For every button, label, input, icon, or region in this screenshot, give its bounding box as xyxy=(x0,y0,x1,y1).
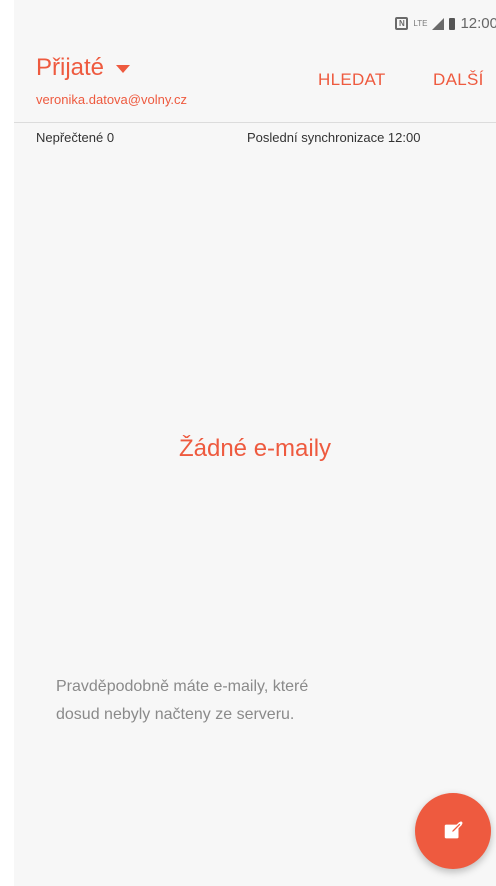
search-button[interactable]: HLEDAT xyxy=(318,70,386,90)
empty-hint-line-2: dosud nebyly načteny ze serveru. xyxy=(56,706,295,723)
empty-state-title: Žádné e-maily xyxy=(178,435,332,462)
folder-title: Přijaté xyxy=(36,54,105,81)
nfc-icon: N xyxy=(395,17,409,30)
status-time: 12:00 xyxy=(460,15,496,32)
empty-state-hint: Pravděpodobně máte e-maily, které dosud … xyxy=(56,673,426,729)
folder-selector[interactable]: Přijaté xyxy=(36,54,131,82)
last-sync: Poslední synchronizace 12:00 xyxy=(247,130,421,145)
signal-icon xyxy=(432,17,445,30)
unread-count: Nepřečtené 0 xyxy=(36,130,115,145)
email-app-screen: N LTE 12:00 Přijaté veronika.datova@voln… xyxy=(14,0,496,886)
app-header: Přijaté veronika.datova@volny.cz HLEDAT … xyxy=(14,44,496,124)
lte-icon: LTE xyxy=(413,18,428,28)
status-bar: N LTE 12:00 xyxy=(14,0,496,44)
header-divider xyxy=(14,122,496,123)
status-icons: N LTE 12:00 xyxy=(395,15,496,32)
mailbox-info-row: Nepřečtené 0 Poslední synchronizace 12:0… xyxy=(14,126,496,148)
battery-icon xyxy=(449,17,456,30)
more-button[interactable]: DALŠÍ xyxy=(433,70,484,90)
empty-hint-line-1: Pravděpodobně máte e-maily, které xyxy=(56,678,309,695)
caret-down-icon xyxy=(116,65,131,73)
compose-button[interactable] xyxy=(415,793,491,869)
account-email: veronika.datova@volny.cz xyxy=(36,92,187,107)
compose-icon xyxy=(444,821,463,839)
